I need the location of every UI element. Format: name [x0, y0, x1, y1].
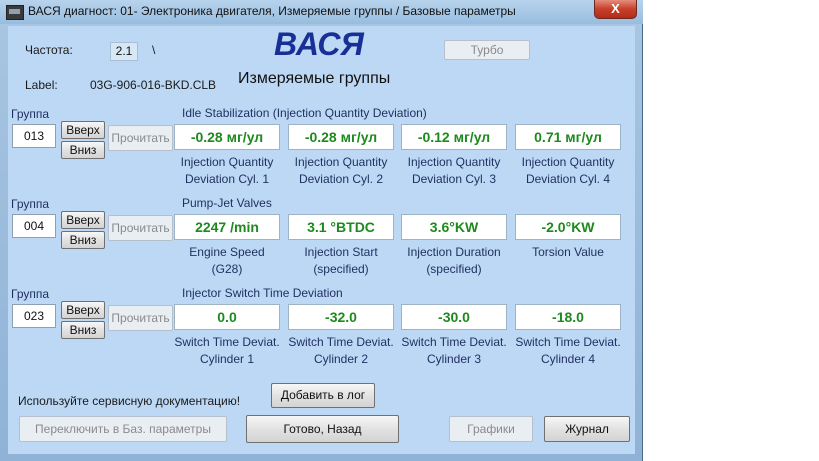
measured-value: 0.0 [174, 304, 280, 330]
value-caption-line [501, 261, 635, 278]
window-title: ВАСЯ диагност: 01- Электроника двигателя… [28, 4, 516, 18]
desktop-blank-area [643, 0, 819, 461]
frequency-label: Частота: [25, 43, 73, 57]
group-read-button[interactable]: Прочитать [108, 215, 173, 241]
page-subtitle: Измеряемые группы [238, 70, 391, 87]
group-number-input[interactable]: 004 [12, 214, 56, 238]
value-caption-line: Deviation Cyl. 4 [525, 172, 611, 186]
app-brand: ВАСЯ [274, 26, 364, 62]
add-to-log-button[interactable]: Добавить в лог [271, 383, 375, 408]
value-caption: Switch Time Deviat. Cylinder 4 [501, 334, 635, 368]
group-title: Idle Stabilization (Injection Quantity D… [182, 106, 427, 120]
label-file: 03G-906-016-BKD.CLB [90, 78, 217, 92]
group-up-button[interactable]: Вверх [61, 211, 105, 229]
measured-value: 0.71 мг/ул [515, 124, 621, 150]
value-caption: Torsion Value [501, 244, 635, 278]
journal-button[interactable]: Журнал [544, 416, 630, 442]
service-doc-hint: Используйте сервисную документацию! [18, 394, 241, 408]
group-read-button[interactable]: Прочитать [108, 305, 173, 331]
value-caption-line: Cylinder 4 [540, 352, 596, 366]
label-key: Label: [25, 78, 58, 92]
turbo-button[interactable]: Турбо [444, 40, 530, 60]
measured-value: 2247 /min [174, 214, 280, 240]
measured-value: 3.6°KW [401, 214, 507, 240]
frequency-value: 2.1 [110, 42, 138, 61]
group-number-input[interactable]: 023 [12, 304, 56, 328]
group-read-button[interactable]: Прочитать [108, 125, 173, 151]
group-label: Группа [11, 107, 50, 121]
measured-value: -32.0 [288, 304, 394, 330]
frequency-separator: \ [152, 43, 156, 57]
close-button[interactable]: X [594, 0, 637, 19]
group-down-button[interactable]: Вниз [61, 231, 105, 249]
measured-value: -0.12 мг/ул [401, 124, 507, 150]
done-back-button[interactable]: Готово, Назад [246, 415, 399, 443]
title-bar: ВАСЯ диагност: 01- Электроника двигателя… [0, 0, 643, 24]
measured-value: -0.28 мг/ул [174, 124, 280, 150]
group-down-button[interactable]: Вниз [61, 141, 105, 159]
group-title: Pump-Jet Valves [182, 196, 272, 210]
measured-value: -18.0 [515, 304, 621, 330]
group-up-button[interactable]: Вверх [61, 301, 105, 319]
value-caption-line: Switch Time Deviat. [515, 335, 621, 349]
value-caption-line: Injection Quantity [521, 155, 615, 169]
group-label: Группа [11, 287, 50, 301]
value-caption: Injection Quantity Deviation Cyl. 4 [501, 154, 635, 188]
group-down-button[interactable]: Вниз [61, 321, 105, 339]
switch-basic-params-button[interactable]: Переключить в Баз. параметры [19, 416, 227, 442]
group-label: Группа [11, 197, 50, 211]
group-title: Injector Switch Time Deviation [182, 286, 343, 300]
measured-value: -2.0°KW [515, 214, 621, 240]
app-icon [6, 5, 24, 20]
group-up-button[interactable]: Вверх [61, 121, 105, 139]
measured-value: -30.0 [401, 304, 507, 330]
group-number-input[interactable]: 013 [12, 124, 56, 148]
graphs-button[interactable]: Графики [449, 416, 533, 442]
measured-value: -0.28 мг/ул [288, 124, 394, 150]
measured-value: 3.1 °BTDC [288, 214, 394, 240]
value-caption-line: Torsion Value [532, 245, 604, 259]
